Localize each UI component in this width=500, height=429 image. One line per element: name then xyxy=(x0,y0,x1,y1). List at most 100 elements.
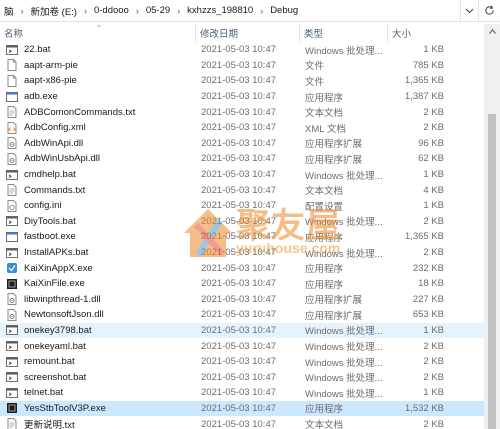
file-row[interactable]: telnet.bat 2021-05-03 10:47 Windows 批处理...… xyxy=(0,385,484,401)
file-row[interactable]: cmdhelp.bat 2021-05-03 10:47 Windows 批处理..… xyxy=(0,167,484,183)
bat-icon xyxy=(6,215,18,227)
file-size: 1 KB xyxy=(423,200,444,212)
file-type: 文本文档 xyxy=(305,186,344,198)
file-row[interactable]: onekey3798.bat 2021-05-03 10:47 Windows 批处… xyxy=(0,322,484,339)
file-name: InstallAPKs.bat xyxy=(24,247,89,259)
breadcrumb-item[interactable]: 05-29 xyxy=(142,0,174,21)
file-size: 1,365 KB xyxy=(404,75,444,87)
breadcrumb-current[interactable]: Debug xyxy=(266,0,302,21)
file-row[interactable]: screenshot.bat 2021-05-03 10:47 Windows 批处… xyxy=(0,369,484,385)
file-row[interactable]: 22.bat 2021-05-03 10:47 Windows 批处理... 1 KB xyxy=(0,42,484,58)
file-row[interactable]: AdbWinApi.dll 2021-05-03 10:47 应用程序扩展 96 KB xyxy=(0,136,484,152)
column-header-label: 大小 xyxy=(392,29,412,40)
file-size: 2 KB xyxy=(423,356,444,368)
file-size: 2 KB xyxy=(423,247,444,259)
file-date: 2021-05-03 10:47 xyxy=(201,356,277,368)
chevron-right-icon[interactable]: › xyxy=(257,6,266,16)
file-row[interactable]: remount.bat 2021-05-03 10:47 Windows 批处理..… xyxy=(0,354,484,370)
column-header-type[interactable]: 类型 xyxy=(300,24,388,42)
column-headers: 名称 ⌃ 修改日期 类型 大小 xyxy=(0,24,484,42)
file-name-cell: onekeyaml.bat xyxy=(6,338,196,354)
file-size: 2 KB xyxy=(423,215,444,227)
file-row[interactable]: KaiXinFile.exe 2021-05-03 10:47 应用程序 18 KB xyxy=(0,276,484,292)
file-name-cell: config.ini xyxy=(6,198,196,214)
file-date: 2021-05-03 10:47 xyxy=(201,309,277,321)
file-name: KaiXinAppX.exe xyxy=(24,262,93,274)
column-header-date[interactable]: 修改日期 xyxy=(196,24,300,42)
chevron-right-icon[interactable]: › xyxy=(81,6,90,16)
chevron-up-icon xyxy=(488,28,496,34)
file-name-cell: Commands.txt xyxy=(6,182,196,198)
ini-file-icon xyxy=(6,199,18,212)
file-row[interactable]: ADBComonCommands.txt 2021-05-03 10:47 文本文档… xyxy=(0,104,484,120)
file-size: 4 KB xyxy=(423,184,444,196)
file-row[interactable]: 更新说明.txt 2021-05-03 10:47 文本文档 2 KB xyxy=(0,416,484,429)
file-type: 应用程序 xyxy=(305,404,344,416)
file-row[interactable]: YesStbToolV3P.exe 2021-05-03 10:47 应用程序 1,5… xyxy=(0,400,484,417)
file-name: AdbWinUsbApi.dll xyxy=(24,153,101,165)
file-date: 2021-05-03 10:47 xyxy=(201,278,277,290)
chevron-down-icon xyxy=(465,8,474,13)
text-file-icon xyxy=(6,184,18,197)
breadcrumb-item[interactable]: 新加卷 (E:) xyxy=(27,0,81,21)
file-date: 2021-05-03 10:47 xyxy=(201,184,277,196)
bat-icon xyxy=(6,44,18,56)
file-name-cell: AdbWinApi.dll xyxy=(6,136,196,152)
file-row[interactable]: AdbWinUsbApi.dll 2021-05-03 10:47 应用程序扩展 62… xyxy=(0,151,484,167)
column-header-size[interactable]: 大小 xyxy=(388,24,484,42)
file-type: 应用程序扩展 xyxy=(305,295,363,307)
file-name-cell: YesStbToolV3P.exe xyxy=(6,401,196,417)
file-date: 2021-05-03 10:47 xyxy=(201,200,277,212)
chevron-right-icon[interactable]: › xyxy=(133,6,142,16)
file-name: Commands.txt xyxy=(24,184,86,196)
address-dropdown-button[interactable] xyxy=(460,0,478,21)
scroll-up-button[interactable] xyxy=(484,24,500,38)
file-row[interactable]: aapt-x86-pie 2021-05-03 10:47 文件 1,365 KB xyxy=(0,73,484,89)
address-bar[interactable]: 脑 › 新加卷 (E:) › 0-ddooo › 05-29 › kxhzzs_… xyxy=(0,0,500,22)
file-date: 2021-05-03 10:47 xyxy=(201,402,277,414)
file-row[interactable]: adb.exe 2021-05-03 10:47 应用程序 1,387 KB xyxy=(0,89,484,105)
file-name: cmdhelp.bat xyxy=(24,169,76,181)
file-name: AdbWinApi.dll xyxy=(24,137,84,149)
dark-app-icon xyxy=(6,278,18,290)
refresh-button[interactable] xyxy=(478,0,500,21)
file-name-cell: KaiXinFile.exe xyxy=(6,276,196,292)
scrollbar-thumb[interactable] xyxy=(488,114,496,429)
file-type: 文本文档 xyxy=(305,420,344,429)
chevron-right-icon[interactable]: › xyxy=(18,6,27,16)
breadcrumb-item[interactable]: 脑 xyxy=(0,0,18,21)
file-size: 785 KB xyxy=(412,59,444,71)
column-header-label: 名称 xyxy=(4,29,24,40)
file-date: 2021-05-03 10:47 xyxy=(201,91,277,103)
breadcrumb-item[interactable]: 0-ddooo xyxy=(90,0,133,21)
file-type: Windows 批处理... xyxy=(305,326,383,338)
file-size: 1,532 KB xyxy=(404,402,444,414)
file-name: onekey3798.bat xyxy=(24,324,92,336)
file-name-cell: 更新说明.txt xyxy=(6,416,196,429)
file-row[interactable]: onekeyaml.bat 2021-05-03 10:47 Windows 批处理… xyxy=(0,338,484,354)
file-name: screenshot.bat xyxy=(24,371,87,383)
file-name-cell: fastboot.exe xyxy=(6,229,196,245)
file-row[interactable]: AdbConfig.xml 2021-05-03 10:47 XML 文档 2 KB xyxy=(0,120,484,136)
bat-icon xyxy=(6,340,18,352)
chevron-right-icon[interactable]: › xyxy=(174,6,183,16)
file-row[interactable]: KaiXinAppX.exe 2021-05-03 10:47 应用程序 232 KB xyxy=(0,260,484,276)
file-type: Windows 批处理... xyxy=(305,388,383,400)
bat-icon xyxy=(6,356,18,368)
file-name-cell: remount.bat xyxy=(6,354,196,370)
breadcrumb-item[interactable]: kxhzzs_198810 xyxy=(183,0,257,21)
vertical-scrollbar[interactable] xyxy=(484,24,500,429)
file-date: 2021-05-03 10:47 xyxy=(201,293,277,305)
file-row[interactable]: DiyTools.bat 2021-05-03 10:47 Windows 批处理.… xyxy=(0,214,484,230)
file-row[interactable]: config.ini 2021-05-03 10:47 配置设置 1 KB xyxy=(0,198,484,214)
file-row[interactable]: libwinpthread-1.dll 2021-05-03 10:47 应用程序扩… xyxy=(0,292,484,308)
dll-icon xyxy=(6,293,18,306)
file-size: 227 KB xyxy=(412,293,444,305)
file-row[interactable]: fastboot.exe 2021-05-03 10:47 应用程序 1,365 KB xyxy=(0,229,484,245)
file-name: aapt-arm-pie xyxy=(24,59,78,71)
file-date: 2021-05-03 10:47 xyxy=(201,169,277,181)
file-row[interactable]: aapt-arm-pie 2021-05-03 10:47 文件 785 KB xyxy=(0,58,484,74)
file-row[interactable]: NewtonsoftJson.dll 2021-05-03 10:47 应用程序扩展… xyxy=(0,307,484,323)
file-row[interactable]: InstallAPKs.bat 2021-05-03 10:47 Windows 批… xyxy=(0,245,484,261)
file-row[interactable]: Commands.txt 2021-05-03 10:47 文本文档 4 KB xyxy=(0,182,484,198)
